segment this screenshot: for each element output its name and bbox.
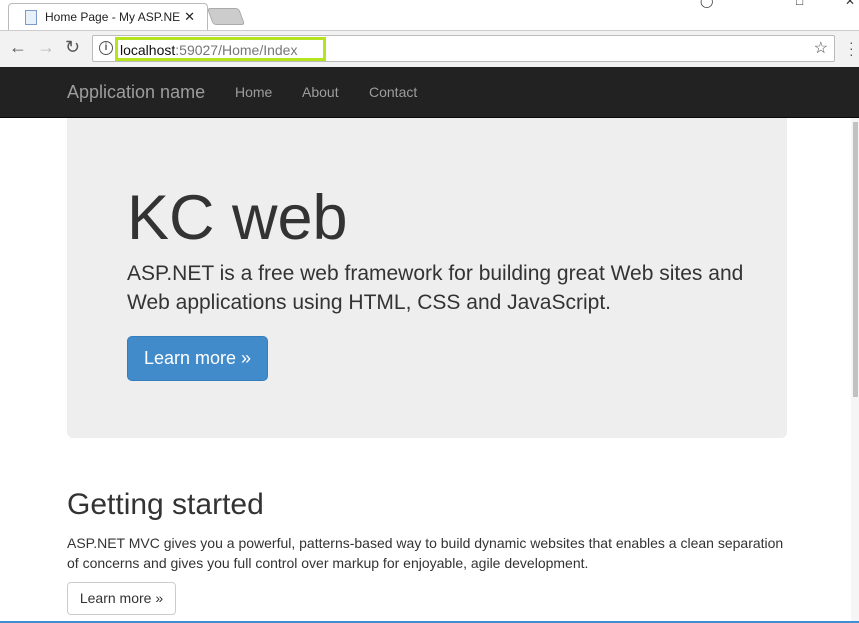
nav-home[interactable]: Home (235, 84, 272, 100)
menu-icon[interactable]: · · · (849, 35, 854, 61)
close-window-icon[interactable]: ✕ (845, 0, 855, 8)
forward-icon[interactable]: → (37, 37, 55, 58)
navbar: Application name Home About Contact (0, 67, 859, 118)
tab-title: Home Page - My ASP.NE (45, 10, 181, 24)
nav-about[interactable]: About (302, 84, 339, 100)
browser-toolbar: ← → ↻ i localhost:59027/Home/Index ☆ · · · (0, 30, 859, 67)
getting-started-learn-more-button[interactable]: Learn more » (67, 582, 176, 615)
jumbotron-lead: ASP.NET is a free web framework for buil… (127, 262, 744, 314)
address-bar[interactable]: i localhost:59027/Home/Index ☆ (92, 35, 835, 62)
brand-link[interactable]: Application name (67, 82, 205, 103)
jumbotron: KC web ASP.NET is a free web framework f… (67, 118, 787, 438)
nav-contact[interactable]: Contact (369, 84, 417, 100)
page-icon (25, 10, 37, 25)
browser-tab[interactable]: Home Page - My ASP.NE ✕ (8, 3, 208, 30)
bookmark-star-icon[interactable]: ☆ (814, 38, 828, 58)
maximize-icon[interactable]: □ (796, 0, 803, 8)
getting-started-title: Getting started (67, 488, 264, 521)
minimize-icon[interactable]: ◯ (700, 0, 713, 8)
reload-icon[interactable]: ↻ (65, 37, 80, 58)
jumbotron-title: KC web (127, 183, 348, 253)
tab-strip: Home Page - My ASP.NE ✕ ◯ □ ✕ (0, 0, 859, 30)
close-tab-icon[interactable]: ✕ (184, 9, 195, 25)
getting-started-text: ASP.NET MVC gives you a powerful, patter… (67, 535, 784, 571)
back-icon[interactable]: ← (9, 37, 27, 58)
learn-more-button[interactable]: Learn more » (127, 336, 268, 381)
info-icon[interactable]: i (99, 41, 113, 55)
url-input[interactable]: localhost:59027/Home/Index (115, 37, 326, 61)
scrollbar-thumb[interactable] (853, 122, 858, 397)
new-tab-button[interactable] (206, 8, 246, 25)
